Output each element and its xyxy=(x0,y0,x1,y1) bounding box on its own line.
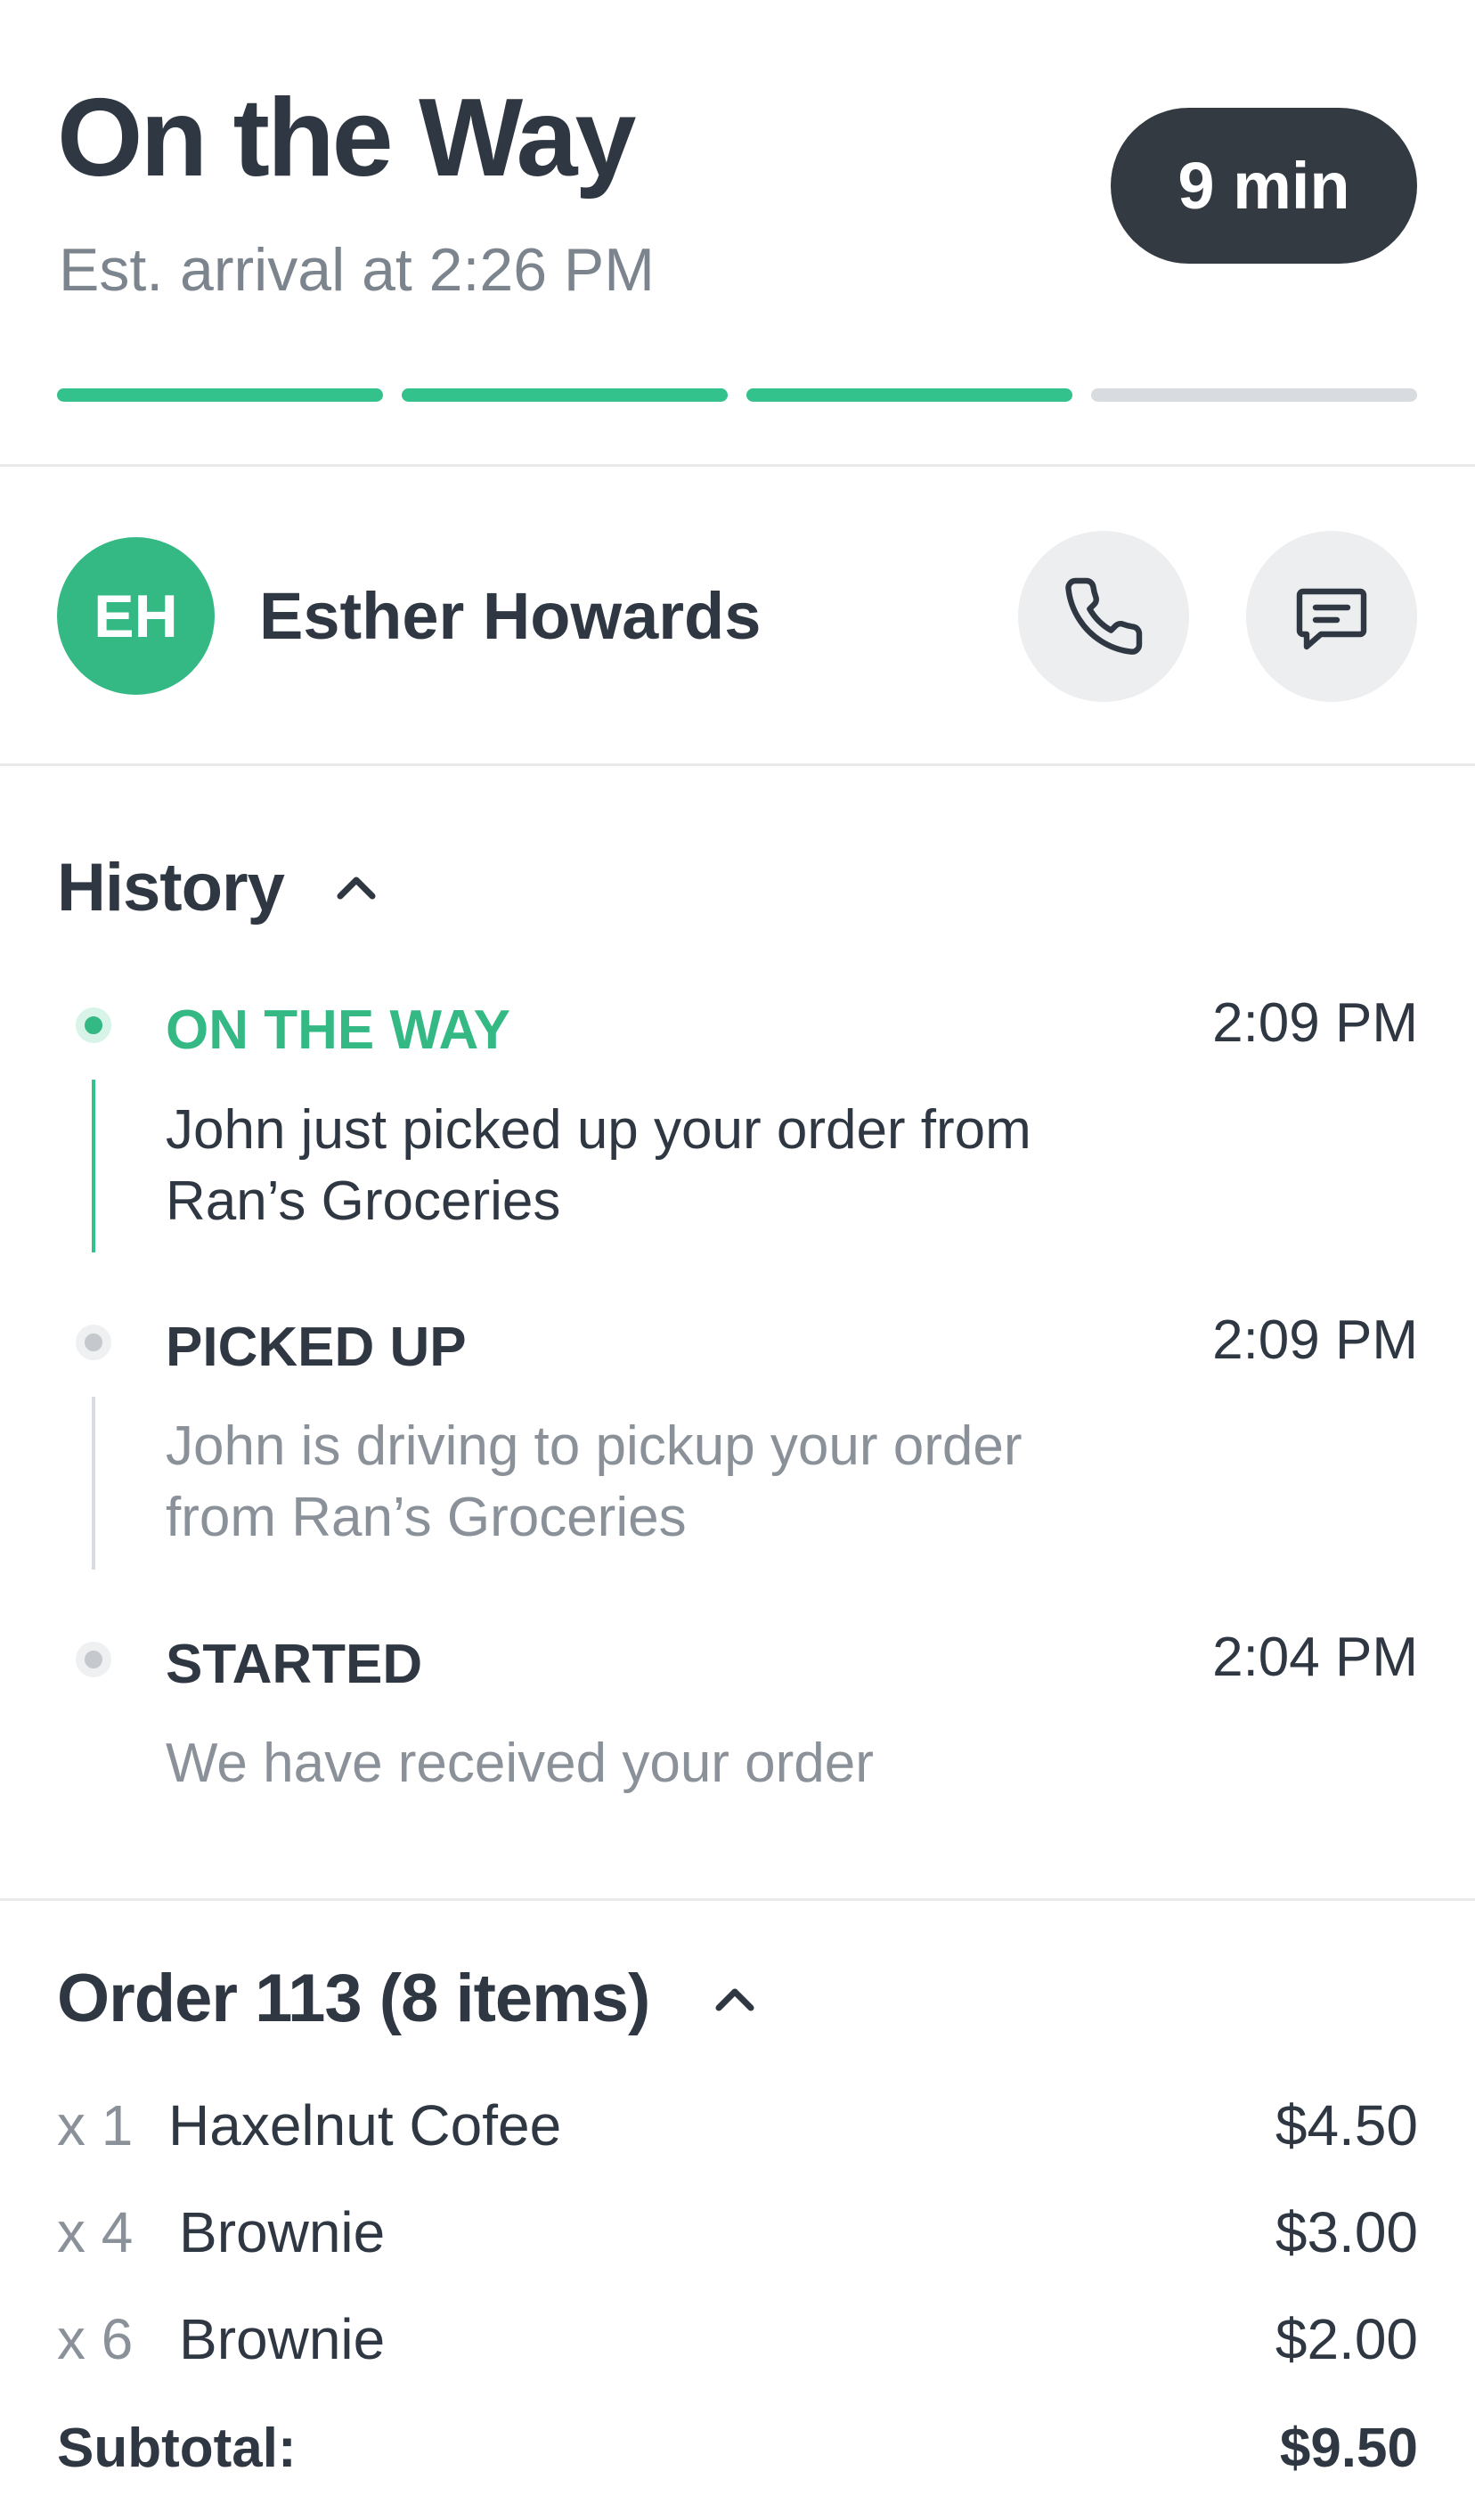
event-time: 2:09 PM xyxy=(1212,1309,1418,1371)
avatar-initials: EH xyxy=(94,582,178,650)
divider xyxy=(0,464,1475,467)
item-quantity: x 4 xyxy=(57,2200,134,2264)
progress-step-1 xyxy=(57,388,383,402)
phone-icon xyxy=(1065,577,1143,655)
order-item-row: x 6 Brownie $2.00 xyxy=(57,2299,1418,2379)
timeline-dot xyxy=(76,1642,111,1677)
progress-step-3 xyxy=(746,388,1072,402)
order-title: Order 113 (8 items) xyxy=(57,1961,650,2036)
timeline-dot-active xyxy=(76,1007,111,1043)
event-status: STARTED xyxy=(166,1634,423,1695)
event-status: ON THE WAY xyxy=(166,999,510,1061)
timeline-dot xyxy=(76,1325,111,1360)
item-price: $2.00 xyxy=(1275,2307,1418,2371)
eta-badge: 9 min xyxy=(1111,108,1417,264)
event-time: 2:09 PM xyxy=(1212,992,1418,1054)
item-price: $3.00 xyxy=(1275,2200,1418,2264)
item-quantity: x 1 xyxy=(57,2093,134,2157)
event-time: 2:04 PM xyxy=(1212,1627,1418,1688)
page-title: On the Way xyxy=(57,77,636,200)
chevron-up-icon[interactable] xyxy=(713,1986,756,2012)
event-description: We have received your order xyxy=(166,1733,874,1794)
subtotal-label: Subtotal: xyxy=(57,2418,297,2479)
subtotal-value: $9.50 xyxy=(1279,2418,1418,2479)
chat-icon xyxy=(1296,588,1367,650)
progress-step-4 xyxy=(1091,388,1417,402)
event-description: John just picked up your order from Ran’… xyxy=(166,1099,1031,1232)
avatar: EH xyxy=(57,537,215,695)
item-name: Brownie xyxy=(179,2200,386,2264)
eta-badge-label: 9 min xyxy=(1178,149,1350,223)
item-quantity: x 6 xyxy=(57,2307,134,2371)
timeline-line xyxy=(92,1080,95,1252)
history-title: History xyxy=(57,850,285,926)
divider xyxy=(0,1898,1475,1901)
item-name: Haxelnut Cofee xyxy=(168,2093,562,2157)
event-description: John is driving to pickup your order fro… xyxy=(166,1415,1023,1548)
call-button[interactable] xyxy=(1018,531,1189,702)
message-button[interactable] xyxy=(1246,531,1417,702)
order-item-row: x 1 Haxelnut Cofee $4.50 xyxy=(57,2085,1418,2165)
contact-name: Esther Howards xyxy=(259,579,762,653)
estimated-arrival-text: Est. arrival at 2:26 PM xyxy=(59,236,655,304)
progress-step-2 xyxy=(402,388,728,402)
order-item-row: x 4 Brownie $3.00 xyxy=(57,2192,1418,2272)
event-status: PICKED UP xyxy=(166,1317,467,1378)
divider xyxy=(0,763,1475,766)
item-price: $4.50 xyxy=(1275,2093,1418,2157)
item-name: Brownie xyxy=(179,2307,386,2371)
chevron-up-icon[interactable] xyxy=(335,874,378,901)
timeline-line xyxy=(92,1397,95,1570)
